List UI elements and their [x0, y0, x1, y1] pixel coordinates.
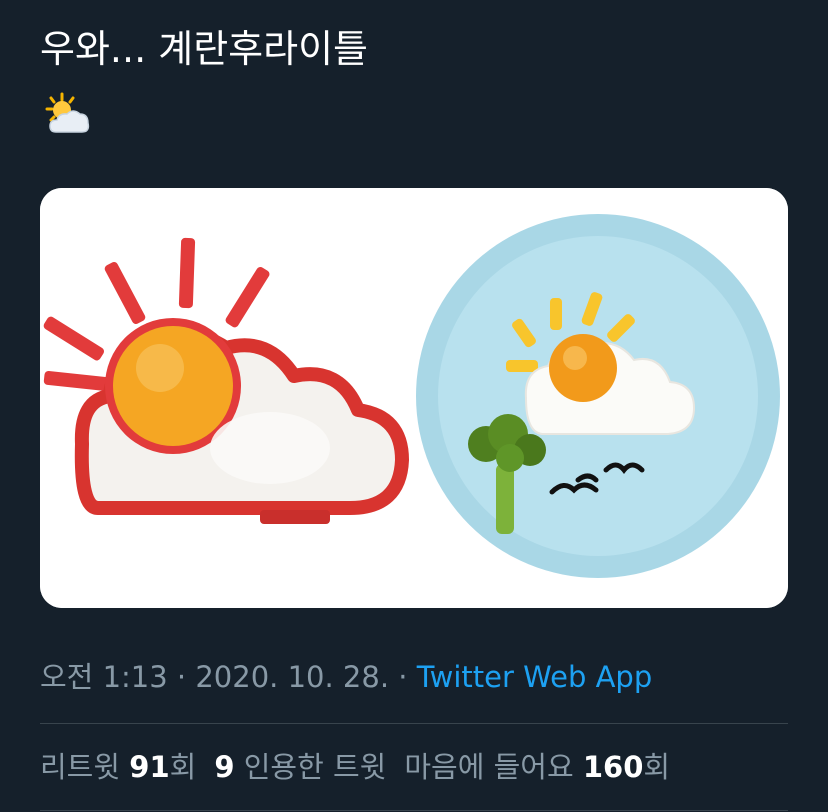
likes-stat[interactable]: 마음에 들어요 160회 — [404, 750, 670, 784]
meta-separator: · — [167, 660, 196, 694]
sun-behind-cloud-icon — [42, 92, 92, 138]
likes-label: 마음에 들어요 — [404, 750, 583, 784]
divider — [40, 723, 788, 724]
tweet-time[interactable]: 오전 1:13 — [40, 660, 168, 694]
quotes-label: 인용한 트윗 — [234, 750, 387, 784]
tweet-meta: 오전 1:13 · 2020. 10. 28. · Twitter Web Ap… — [40, 656, 652, 698]
retweets-suffix: 회 — [169, 750, 197, 784]
tweet-photo[interactable] — [40, 188, 788, 608]
quotes-count: 9 — [214, 750, 235, 784]
egg-mold-photo — [40, 188, 788, 608]
retweets-stat[interactable]: 리트윗 91회 — [40, 750, 196, 784]
divider — [40, 810, 788, 811]
tweet-stats: 리트윗 91회 9 인용한 트윗 마음에 들어요 160회 — [40, 746, 688, 788]
tweet-text: 우와... 계란후라이틀 — [40, 27, 368, 71]
likes-suffix: 회 — [643, 750, 671, 784]
tweet-date[interactable]: 2020. 10. 28. — [195, 660, 389, 694]
meta-separator: · — [389, 660, 417, 694]
retweets-label: 리트윗 — [40, 750, 130, 784]
likes-count: 160 — [582, 750, 644, 784]
tweet-source-link[interactable]: Twitter Web App — [417, 660, 653, 694]
retweets-count: 91 — [129, 750, 170, 784]
quotes-stat[interactable]: 9 인용한 트윗 — [214, 750, 386, 784]
